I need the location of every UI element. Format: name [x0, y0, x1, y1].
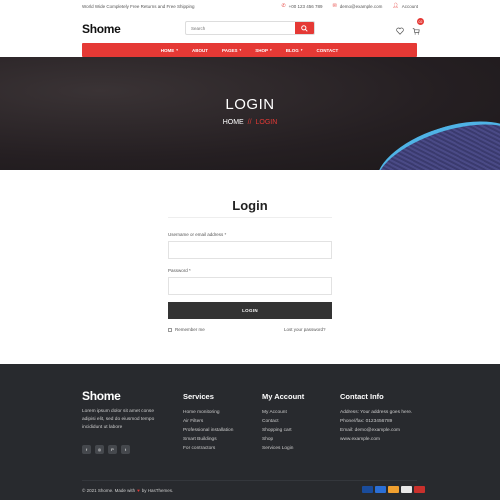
social-links: f ◎ P t	[82, 445, 130, 454]
cart-button[interactable]: 02	[412, 18, 424, 40]
search-button[interactable]	[295, 22, 314, 34]
services-title: Services	[183, 392, 214, 401]
email-contact[interactable]: ✉ demo@example.com	[333, 3, 383, 9]
nav-item-contact[interactable]: CONTACT	[317, 48, 339, 53]
contact-line: Phone//fax: 0123456789	[340, 419, 393, 424]
visa-icon	[375, 486, 386, 493]
contact-line: Address: Your address goes here.	[340, 410, 413, 415]
header: Shome 02	[0, 14, 500, 42]
payment-methods	[362, 486, 425, 493]
username-field[interactable]	[168, 241, 332, 259]
chevron-down-icon: ▾	[176, 48, 179, 52]
phone-icon: ✆	[281, 3, 286, 9]
breadcrumb-separator: //	[247, 119, 252, 126]
email-text: demo@example.com	[339, 3, 383, 9]
contact-title: Contact Info	[340, 392, 384, 401]
account-link[interactable]: My Account	[262, 408, 304, 417]
pinterest-icon[interactable]: P	[108, 445, 117, 454]
account-column: My Account My Account Contact Shopping c…	[262, 392, 304, 453]
username-label: Username or email address *	[168, 232, 227, 237]
password-field[interactable]	[168, 277, 332, 295]
copyright: © 2021 Shome. Made with ♥ by HasThemes.	[82, 488, 173, 493]
cart-count-badge: 02	[417, 18, 424, 25]
nav-label: BLOG	[285, 47, 299, 53]
nav-label: HOME	[160, 47, 175, 53]
footer: Shome Lorem ipsum dolor sit amet conse a…	[0, 364, 500, 500]
nav-label: PAGES	[222, 47, 238, 53]
nav-item-shop[interactable]: SHOP ▾	[255, 48, 272, 53]
heart-icon[interactable]	[396, 27, 404, 35]
copyright-pre: © 2021 Shome. Made with	[82, 488, 136, 493]
breadcrumb: HOME // LOGIN	[0, 119, 500, 126]
page-banner: LOGIN HOME // LOGIN	[0, 57, 500, 170]
account-link[interactable]: Contact	[262, 417, 304, 426]
mastercard-icon	[414, 486, 425, 493]
instagram-icon[interactable]: ◎	[95, 445, 104, 454]
nav-item-blog[interactable]: BLOG ▾	[286, 48, 303, 53]
shoe-image	[366, 105, 500, 170]
shipping-notice: World Wide Completely Free Returns and F…	[82, 3, 195, 9]
services-column: Services Home monitoring Air Filters Pro…	[183, 392, 233, 453]
contact-line[interactable]: Email: demo@example.com	[340, 426, 412, 435]
card-icon	[401, 486, 412, 493]
services-link[interactable]: Smart Buildings	[183, 435, 233, 444]
login-heading: Login	[232, 198, 268, 213]
phone-contact[interactable]: ✆ +00 123 456 789	[281, 3, 322, 9]
heading-divider	[168, 217, 332, 218]
copyright-post[interactable]: by HasThemes.	[142, 488, 174, 493]
remember-label: Remember me	[175, 327, 205, 332]
mail-icon: ✉	[332, 3, 337, 9]
page-title: LOGIN	[225, 96, 275, 113]
chevron-down-icon: ▾	[270, 48, 272, 52]
nav-label: CONTACT	[316, 47, 339, 53]
site-logo[interactable]: Shome	[82, 22, 121, 36]
phone-text: +00 123 456 789	[288, 3, 323, 9]
nav-label: SHOP	[255, 47, 268, 53]
breadcrumb-home[interactable]: HOME	[223, 119, 244, 126]
search-icon	[301, 24, 308, 32]
services-link[interactable]: Home monitoring	[183, 408, 233, 417]
user-icon: 👤︎	[392, 3, 399, 9]
lost-password-link[interactable]: Lost your password?	[284, 327, 326, 332]
password-label: Password *	[168, 268, 191, 273]
remember-me[interactable]: Remember me	[168, 327, 205, 332]
account-text: Account	[401, 3, 418, 9]
paypal-icon	[362, 486, 373, 493]
account-link[interactable]: Services Login	[262, 444, 304, 453]
cart-icon	[412, 28, 420, 35]
nav-item-home[interactable]: HOME ▾	[161, 48, 178, 53]
account-link[interactable]: 👤︎ Account	[392, 3, 418, 9]
nav-label: ABOUT	[192, 47, 209, 53]
remember-checkbox[interactable]	[168, 327, 172, 332]
facebook-icon[interactable]: f	[82, 445, 91, 454]
footer-logo[interactable]: Shome	[82, 389, 121, 403]
chevron-down-icon: ▾	[300, 48, 303, 52]
chevron-down-icon: ▾	[239, 48, 242, 52]
search-bar	[185, 21, 315, 35]
services-link[interactable]: Air Filters	[183, 417, 233, 426]
discover-icon	[388, 486, 399, 493]
top-bar: World Wide Completely Free Returns and F…	[0, 0, 500, 12]
heart-icon: ♥	[137, 488, 140, 493]
main-nav: HOME ▾ ABOUT PAGES ▾ SHOP ▾ BLOG ▾ CONTACT	[82, 43, 417, 57]
login-button[interactable]: LOGIN	[168, 302, 332, 319]
twitter-icon[interactable]: t	[121, 445, 130, 454]
nav-item-about[interactable]: ABOUT	[192, 48, 208, 53]
services-link[interactable]: Professional installation	[183, 426, 233, 435]
footer-divider	[82, 480, 417, 481]
account-link[interactable]: Shop	[262, 435, 304, 444]
search-input[interactable]	[186, 22, 295, 34]
footer-description: Lorem ipsum dolor sit amet conse adipisi…	[82, 409, 155, 430]
account-link[interactable]: Shopping cart	[262, 426, 304, 435]
breadcrumb-current: LOGIN	[255, 119, 278, 126]
contact-line[interactable]: www.example.com	[340, 435, 412, 444]
account-title: My Account	[262, 392, 305, 401]
services-link[interactable]: For contractors	[183, 444, 233, 453]
contact-column: Contact Info Address: Your address goes …	[340, 392, 412, 444]
nav-item-pages[interactable]: PAGES ▾	[222, 48, 241, 53]
